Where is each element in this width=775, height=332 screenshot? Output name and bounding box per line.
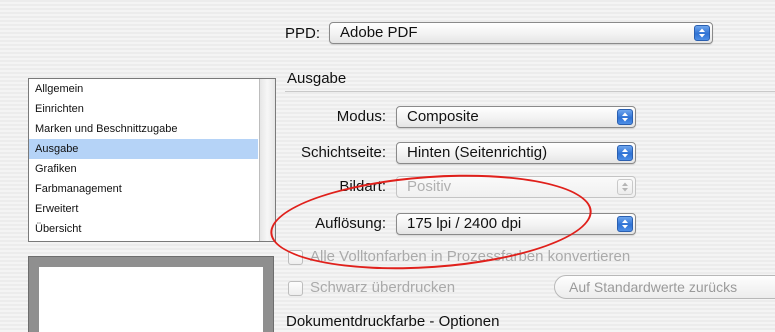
aufloesung-value: 175 lpi / 2400 dpi	[407, 215, 522, 232]
schichtseite-select[interactable]: Hinten (Seitenrichtig)	[396, 142, 636, 164]
section-title: Ausgabe	[287, 70, 347, 87]
aufloesung-select[interactable]: 175 lpi / 2400 dpi	[396, 213, 636, 235]
bildart-label: Bildart:	[339, 178, 386, 195]
schichtseite-label: Schichtseite:	[300, 144, 386, 161]
list-item-grafiken[interactable]: Grafiken	[29, 159, 258, 179]
popup-arrows-icon	[617, 109, 633, 125]
popup-arrows-icon	[617, 216, 633, 232]
modus-value: Composite	[407, 108, 479, 125]
popup-arrows-icon	[617, 179, 633, 195]
reset-defaults-button[interactable]: Auf Standardwerte zurücks	[554, 275, 775, 299]
bildart-value: Positiv	[407, 178, 452, 195]
modus-select[interactable]: Composite	[396, 106, 636, 128]
volltonfarben-label: Alle Volltonfarben in Prozessfarben konv…	[310, 248, 631, 265]
ppd-value: Adobe PDF	[340, 24, 418, 41]
volltonfarben-checkbox[interactable]	[288, 250, 303, 265]
section-divider	[285, 91, 775, 92]
preview-page	[39, 267, 263, 332]
modus-label: Modus:	[336, 108, 386, 125]
page-preview	[28, 256, 274, 332]
schwarz-label: Schwarz überdrucken	[310, 279, 456, 296]
list-item-einrichten[interactable]: Einrichten	[29, 99, 258, 119]
aufloesung-label: Auflösung:	[315, 215, 386, 232]
ppd-label: PPD:	[285, 25, 321, 42]
schichtseite-value: Hinten (Seitenrichtig)	[407, 144, 548, 161]
options-title: Dokumentdruckfarbe - Optionen	[286, 313, 500, 330]
schwarz-checkbox[interactable]	[288, 281, 303, 296]
list-item-allgemein[interactable]: Allgemein	[29, 79, 258, 99]
list-item-uebersicht[interactable]: Übersicht	[29, 219, 258, 239]
settings-category-list[interactable]: Allgemein Einrichten Marken und Beschnit…	[28, 78, 276, 242]
bildart-select[interactable]: Positiv	[396, 176, 636, 198]
list-item-marken[interactable]: Marken und Beschnittzugabe	[29, 119, 258, 139]
list-item-farbmanagement[interactable]: Farbmanagement	[29, 179, 258, 199]
ppd-select[interactable]: Adobe PDF	[329, 22, 713, 44]
popup-arrows-icon	[617, 145, 633, 161]
popup-arrows-icon	[694, 25, 710, 41]
list-item-ausgabe[interactable]: Ausgabe	[29, 139, 258, 159]
list-item-erweitert[interactable]: Erweitert	[29, 199, 258, 219]
list-scrollbar[interactable]	[259, 79, 275, 241]
